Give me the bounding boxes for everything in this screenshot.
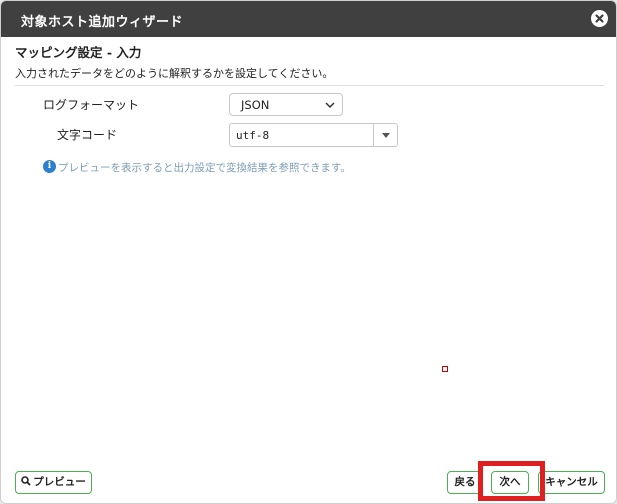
triangle-down-icon: [382, 133, 390, 138]
log-format-value: JSON: [241, 98, 270, 112]
section-title: マッピング設定 - 入力: [15, 45, 142, 60]
divider: [15, 85, 604, 86]
charset-value: utf-8: [236, 129, 270, 142]
preview-button[interactable]: プレビュー: [15, 471, 92, 494]
preview-button-label: プレビュー: [33, 476, 86, 488]
dialog-titlebar: 対象ホスト追加ウィザード: [1, 1, 616, 37]
charset-dropdown-button[interactable]: [373, 124, 397, 146]
cancel-button[interactable]: キャンセル: [538, 471, 605, 494]
dialog-title: 対象ホスト追加ウィザード: [21, 15, 184, 30]
close-button[interactable]: [591, 10, 608, 27]
close-icon: [595, 14, 604, 23]
charset-label: 文字コード: [57, 128, 118, 142]
chevron-down-icon: [325, 102, 335, 109]
info-icon: i: [43, 160, 56, 173]
section-description: 入力されたデータをどのように解釈するかを設定してください。: [15, 67, 334, 80]
next-button[interactable]: 次へ: [491, 471, 529, 494]
log-format-select[interactable]: JSON: [229, 93, 343, 116]
back-button[interactable]: 戻る: [447, 471, 483, 494]
search-icon: [21, 476, 31, 486]
marker-dot: [442, 366, 448, 372]
log-format-label: ログフォーマット: [43, 98, 140, 112]
info-text: プレビューを表示すると出力設定で変換結果を参照できます。: [58, 162, 351, 174]
charset-combobox[interactable]: utf-8: [229, 123, 398, 147]
wizard-dialog: 対象ホスト追加ウィザード マッピング設定 - 入力 入力されたデータをどのように…: [0, 0, 617, 504]
